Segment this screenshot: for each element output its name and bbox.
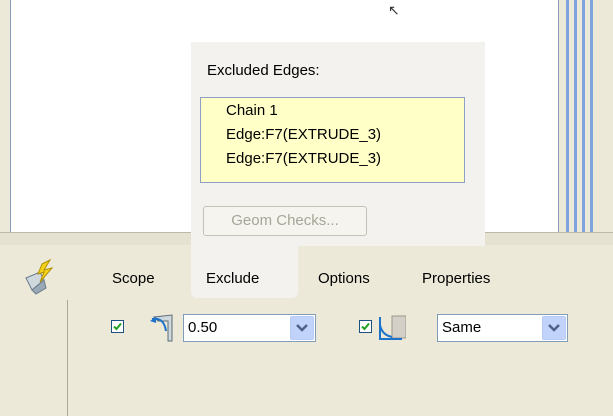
excluded-edges-list[interactable]: Chain 1 Edge:F7(EXTRUDE_3) Edge:F7(EXTRU… (200, 97, 465, 183)
tab-options[interactable]: Options (318, 265, 370, 293)
list-item[interactable]: Edge:F7(EXTRUDE_3) (226, 150, 381, 167)
transition-value: Same (442, 319, 482, 336)
exclude-panel: Excluded Edges: Chain 1 Edge:F7(EXTRUDE_… (191, 42, 485, 246)
tab-properties[interactable]: Properties (422, 265, 490, 293)
transition-value-combo[interactable]: Same (437, 314, 568, 342)
geom-checks-button[interactable]: Geom Checks... (203, 206, 367, 236)
tab-exclude[interactable]: Exclude (206, 265, 259, 293)
round-tool-icon (22, 258, 58, 296)
cursor-icon: ↖ (388, 2, 400, 18)
transition-dropdown-button[interactable] (542, 316, 566, 340)
list-item[interactable]: Edge:F7(EXTRUDE_3) (226, 126, 381, 143)
left-frame (0, 0, 10, 244)
transition-checkbox[interactable] (359, 320, 372, 333)
excluded-edges-label: Excluded Edges: (207, 62, 320, 79)
transition-icon (376, 313, 407, 343)
tab-scope[interactable]: Scope (112, 265, 155, 293)
transition-row: Same (0, 312, 585, 342)
list-item[interactable]: Chain 1 (226, 102, 278, 119)
